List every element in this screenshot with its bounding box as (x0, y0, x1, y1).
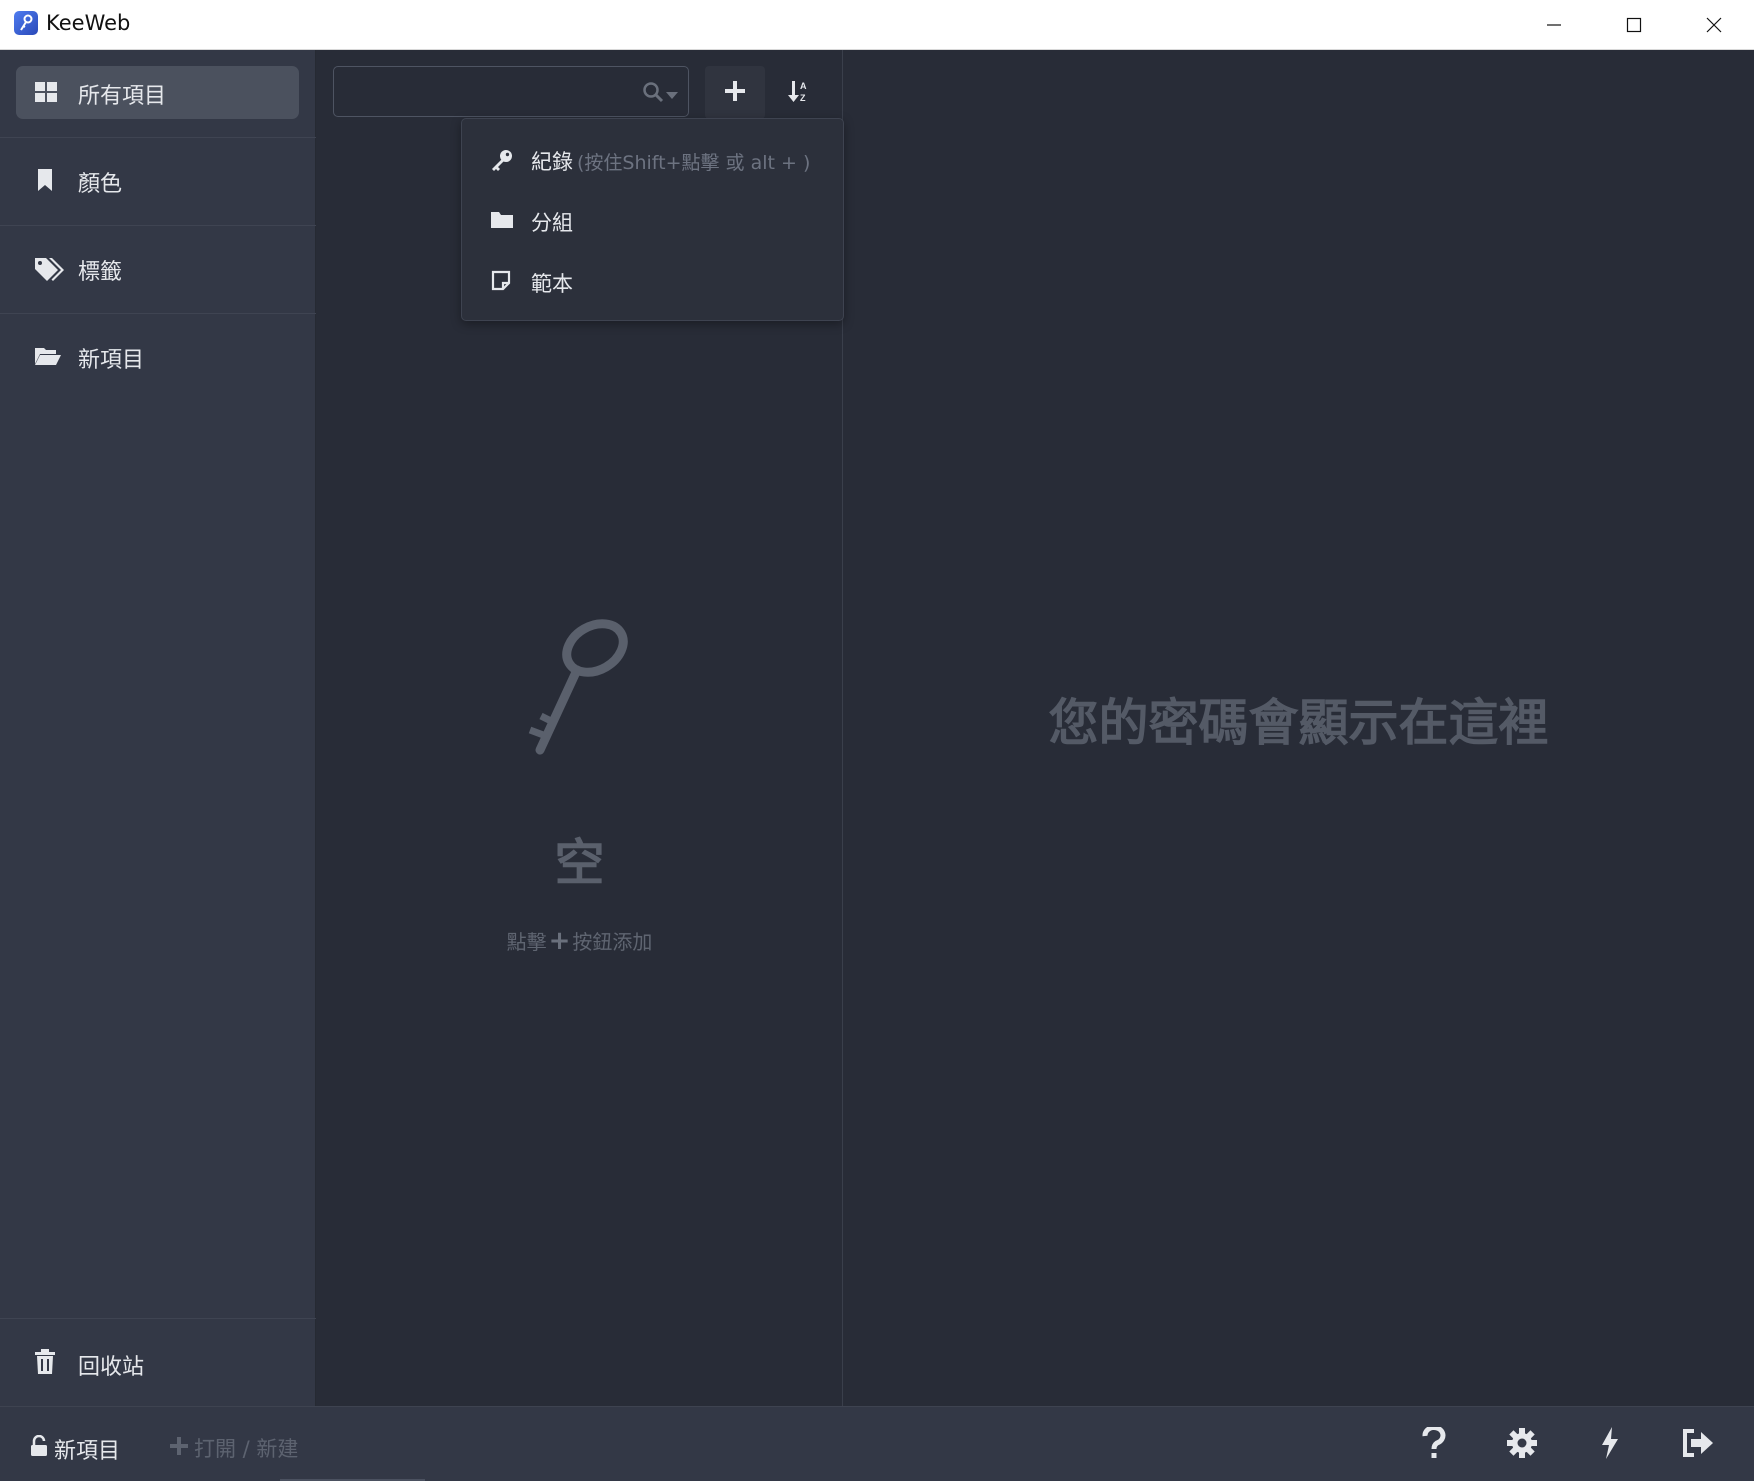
tags-icon (34, 256, 64, 284)
plus-icon (725, 80, 745, 105)
plus-icon (170, 1436, 188, 1460)
sidebar-item-label: 標籤 (78, 260, 123, 285)
add-button[interactable] (705, 66, 765, 119)
sidebar-item-new-items[interactable]: 新項目 (0, 314, 316, 402)
minimize-button[interactable] (1514, 0, 1594, 50)
bookmark-icon (34, 168, 62, 196)
footer-open-new[interactable]: 打開 / 新建 (170, 1433, 298, 1463)
close-button[interactable] (1674, 0, 1754, 50)
app-title: KeeWeb (46, 11, 131, 35)
sidebar-item-trash[interactable]: 回收站 (0, 1318, 316, 1406)
svg-text:Z: Z (800, 93, 806, 103)
gear-icon (1507, 1428, 1537, 1462)
menu-item-hint: (按住Shift+點擊 或 alt + ) (577, 152, 811, 174)
generator-button[interactable] (1588, 1423, 1632, 1467)
menu-item-group[interactable]: 分組 (462, 193, 845, 249)
detail-placeholder: 您的密碼會顯示在這裡 (1048, 694, 1549, 752)
help-button[interactable] (1412, 1423, 1456, 1467)
sidebar-item-all[interactable]: 所有項目 (0, 50, 316, 138)
trash-icon (34, 1349, 56, 1379)
lock-logout-button[interactable] (1676, 1423, 1720, 1467)
sidebar-item-colors[interactable]: 顏色 (0, 138, 316, 226)
menu-item-entry[interactable]: 紀錄 (按住Shift+點擊 或 alt + ) (462, 132, 845, 188)
footer-open-label: 打開 / 新建 (194, 1437, 299, 1461)
settings-button[interactable] (1500, 1423, 1544, 1467)
sidebar-item-label: 顏色 (78, 172, 123, 197)
detail-panel: 您的密碼會顯示在這裡 (843, 50, 1754, 1406)
app-icon (14, 11, 38, 35)
footer-db-label: 新項目 (54, 1439, 121, 1464)
trash-label: 回收站 (78, 1355, 145, 1380)
chevron-down-icon[interactable] (666, 85, 678, 104)
sign-out-icon (1682, 1429, 1714, 1461)
unlock-icon (30, 1434, 48, 1463)
folder-open-icon (34, 344, 62, 372)
search-icon (642, 81, 664, 107)
folder-icon (490, 209, 514, 235)
sidebar-item-label: 所有項目 (78, 84, 167, 109)
search-input[interactable] (333, 66, 689, 117)
sort-alpha-icon: AZ (788, 79, 810, 107)
menu-item-label: 紀錄 (531, 150, 573, 174)
maximize-button[interactable] (1594, 0, 1674, 50)
add-dropdown-menu: 紀錄 (按住Shift+點擊 或 alt + ) 分組 範本 (461, 118, 844, 321)
footer-db-item[interactable]: 新項目 (30, 1433, 120, 1465)
menu-item-label: 範本 (531, 272, 573, 296)
grid-icon (34, 80, 62, 108)
note-icon (490, 270, 512, 296)
sidebar: 所有項目 顏色 標籤 新項目 回收站 (0, 50, 316, 1406)
key-icon (490, 148, 514, 176)
title-bar: KeeWeb (0, 0, 1754, 50)
footer: 新項目 打開 / 新建 (0, 1406, 1754, 1481)
menu-item-template[interactable]: 範本 (462, 254, 845, 310)
menu-item-label: 分組 (531, 211, 573, 235)
bolt-icon (1600, 1427, 1620, 1463)
sidebar-item-label: 新項目 (78, 348, 145, 373)
sidebar-item-tags[interactable]: 標籤 (0, 226, 316, 314)
sort-button[interactable]: AZ (769, 66, 829, 119)
question-icon (1422, 1424, 1446, 1463)
svg-text:A: A (800, 81, 807, 91)
